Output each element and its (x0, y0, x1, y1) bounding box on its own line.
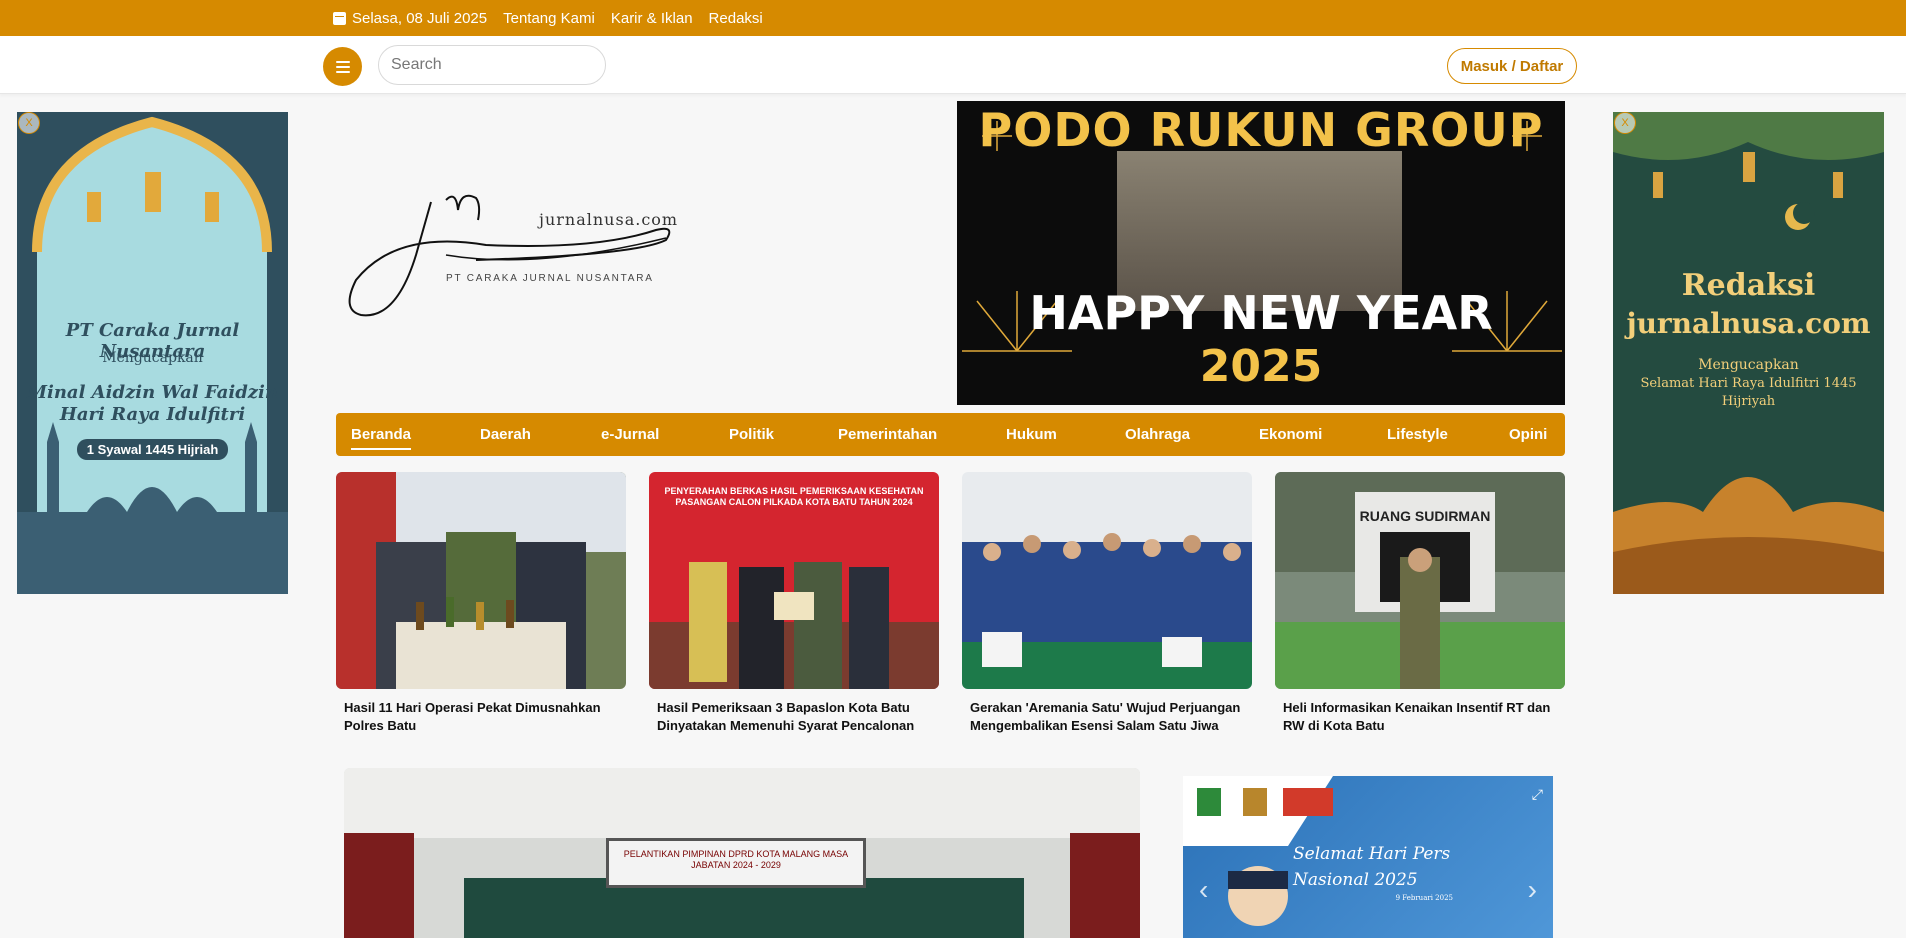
left-ad-line4: Hari Raya Idulfitri (59, 404, 246, 425)
banner-greeting: HAPPY NEW YEAR (1029, 286, 1493, 340)
right-ad-line4: Selamat Hari Raya Idulfitri 1445 (1640, 376, 1857, 391)
main-navigation: Beranda Daerah e-Jurnal Politik Pemerint… (336, 413, 1565, 456)
nav-item-olahraga[interactable]: Olahraga (1125, 413, 1190, 456)
left-side-ad[interactable]: PT Caraka Jurnal Nusantara Mengucapkan M… (17, 112, 288, 594)
featured-article-image[interactable]: PELANTIKAN PIMPINAN DPRD KOTA MALANG MAS… (344, 768, 1140, 938)
link-tentang-kami[interactable]: Tentang Kami (503, 10, 595, 27)
news-card-photo-text: PENYERAHAN BERKAS HASIL PEMERIKSAAN KESE… (664, 486, 924, 507)
slider-caption-date: 9 Februari 2025 (1395, 894, 1453, 902)
right-ad-line3: Mengucapkan (1698, 357, 1799, 373)
left-ad-line2: Mengucapkan (102, 350, 203, 366)
nav-item-hukum[interactable]: Hukum (1006, 413, 1057, 456)
sidebar-slider-ad[interactable]: Selamat Hari Pers Nasional 2025 9 Februa… (1183, 776, 1553, 938)
news-card[interactable]: RUANG SUDIRMAN Heli Informasikan Kenaika… (1275, 472, 1565, 735)
nav-item-e-jurnal[interactable]: e-Jurnal (601, 413, 659, 456)
news-card[interactable]: PENYERAHAN BERKAS HASIL PEMERIKSAAN KESE… (649, 472, 939, 735)
news-card-photo-text: RUANG SUDIRMAN (1359, 508, 1491, 524)
date-display: Selasa, 08 Juli 2025 (333, 10, 487, 27)
news-card-title[interactable]: Hasil 11 Hari Operasi Pekat Dimusnahkan … (336, 699, 626, 735)
right-side-ad[interactable]: Redaksi jurnalnusa.com Mengucapkan Selam… (1613, 112, 1884, 594)
slider-caption: Selamat Hari Pers Nasional 2025 9 Februa… (1293, 841, 1453, 903)
date-text: Selasa, 08 Juli 2025 (352, 9, 488, 27)
news-card-title[interactable]: Hasil Pemeriksaan 3 Bapaslon Kota Batu D… (649, 699, 939, 735)
calendar-icon (333, 11, 346, 25)
featured-screen-text: PELANTIKAN PIMPINAN DPRD KOTA MALANG MAS… (606, 838, 866, 888)
header: Masuk / Daftar (0, 36, 1906, 94)
close-left-ad-button[interactable]: X (18, 112, 40, 134)
nav-item-opini[interactable]: Opini (1509, 413, 1547, 456)
slider-next-button[interactable]: › (1528, 874, 1537, 906)
hamburger-icon (335, 60, 350, 63)
nav-item-politik[interactable]: Politik (729, 413, 774, 456)
expand-icon[interactable]: ⤢ (1532, 786, 1543, 803)
news-card-image[interactable] (336, 472, 626, 689)
news-card-image[interactable] (962, 472, 1252, 689)
news-card-title[interactable]: Heli Informasikan Kenaikan Insentif RT d… (1275, 699, 1565, 735)
banner-title: PODO RUKUN GROUP (978, 103, 1544, 157)
nav-item-beranda[interactable]: Beranda (351, 413, 412, 456)
left-ad-line3: Minal Aidzin Wal Faidzin (27, 382, 278, 403)
right-ad-line5: Hijriyah (1721, 394, 1776, 409)
nav-item-daerah[interactable]: Daerah (480, 413, 531, 456)
right-ad-line1: Redaksi (1681, 268, 1816, 303)
right-ad-artwork (1613, 112, 1884, 594)
news-card-image[interactable]: RUANG SUDIRMAN (1275, 472, 1565, 689)
close-right-ad-button[interactable]: X (1614, 112, 1636, 134)
news-card-title[interactable]: Gerakan 'Aremania Satu' Wujud Perjuangan… (962, 699, 1252, 735)
link-karir-iklan[interactable]: Karir & Iklan (611, 10, 693, 27)
nav-item-pemerintahan[interactable]: Pemerintahan (838, 413, 937, 456)
banner-year: 2025 (1199, 341, 1323, 392)
news-card[interactable]: Gerakan 'Aremania Satu' Wujud Perjuangan… (962, 472, 1252, 735)
news-card-image[interactable]: PENYERAHAN BERKAS HASIL PEMERIKSAAN KESE… (649, 472, 939, 689)
login-register-button[interactable]: Masuk / Daftar (1447, 48, 1577, 84)
logo-company-name: PT CARAKA JURNAL NUSANTARA (446, 273, 654, 284)
logo-signature (348, 194, 671, 317)
logo-site-name: jurnalnusa.com (539, 210, 679, 229)
search-input[interactable] (378, 45, 606, 85)
top-bar: Selasa, 08 Juli 2025 Tentang Kami Karir … (0, 0, 1906, 36)
header-banner-ad[interactable]: PODO RUKUN GROUP HAPPY NEW YEAR 2025 (957, 101, 1565, 405)
right-ad-line2: jurnalnusa.com (1626, 307, 1871, 340)
nav-item-ekonomi[interactable]: Ekonomi (1259, 413, 1322, 456)
hamburger-menu-button[interactable] (323, 47, 362, 86)
nav-item-lifestyle[interactable]: Lifestyle (1387, 413, 1448, 456)
slider-caption-text: Selamat Hari Pers Nasional 2025 (1293, 844, 1451, 890)
site-logo[interactable]: jurnalnusa.com PT CARAKA JURNAL NUSANTAR… (336, 160, 696, 330)
left-ad-line5: 1 Syawal 1445 Hijriah (76, 439, 229, 460)
link-redaksi[interactable]: Redaksi (709, 10, 763, 27)
slider-prev-button[interactable]: ‹ (1199, 874, 1208, 906)
news-card[interactable]: Hasil 11 Hari Operasi Pekat Dimusnahkan … (336, 472, 626, 735)
